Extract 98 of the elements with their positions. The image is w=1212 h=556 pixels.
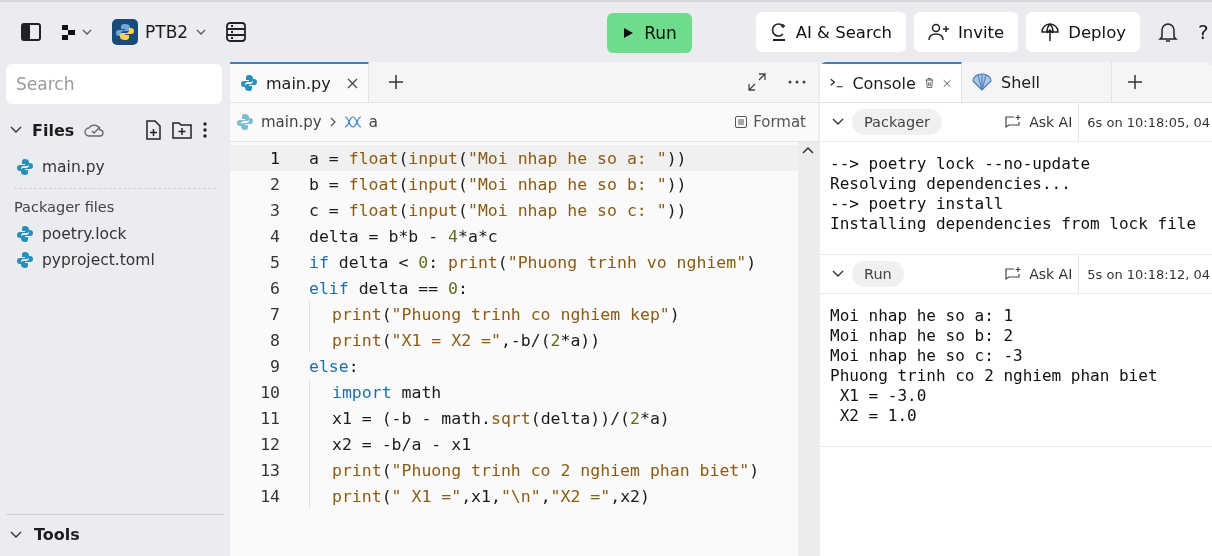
line-number: 10	[259, 382, 280, 402]
search-field[interactable]: Search	[6, 64, 222, 104]
line-number: 14	[259, 486, 280, 506]
line-number: 4	[269, 226, 280, 246]
file-item[interactable]: poetry.lock	[0, 221, 230, 247]
console-output-line: Installing dependencies from lock file	[830, 214, 1198, 234]
line-number: 7	[269, 304, 280, 324]
collapse-chevron-icon[interactable]	[10, 126, 22, 134]
console-output-line: Phuong trinh co 2 nghiem phan biet	[830, 366, 1159, 386]
variable-icon	[343, 115, 362, 129]
shell-icon	[972, 73, 992, 91]
terminal-prompt-icon	[830, 76, 844, 90]
files-heading: Files	[32, 120, 75, 140]
database-icon[interactable]	[225, 21, 248, 43]
line-number: 12	[259, 434, 280, 454]
code-line: print(" X1 =",x1,"\n","X2 =",x2)	[309, 483, 650, 509]
code-line: print("Phuong trinh co nghiem kep")	[309, 301, 680, 327]
console-output-line: --> poetry install	[830, 194, 1005, 214]
code-line: if delta < 0: print("Phuong trinh vo nghiem")	[309, 251, 757, 274]
ai-button[interactable]: AI & Search	[755, 12, 906, 52]
code-line: delta = b*b - 4*a*c	[309, 225, 498, 248]
scrollbar[interactable]	[798, 142, 818, 556]
code-line: else:	[309, 355, 359, 378]
chevron-right-icon	[328, 117, 337, 127]
line-number: 13	[259, 460, 280, 480]
collapse-chevron-icon[interactable]	[832, 118, 844, 126]
code-line: a = float(input("Moi nhap he so a: "))	[309, 147, 687, 170]
tools-heading[interactable]: Tools	[34, 525, 80, 544]
line-number: 8	[269, 330, 280, 350]
expand-chevron-icon[interactable]	[10, 530, 22, 539]
add-user-icon	[927, 23, 950, 41]
code-line: c = float(input("Moi nhap he so c: "))	[309, 199, 687, 222]
line-number: 3	[269, 200, 280, 220]
python-file-icon	[240, 74, 258, 92]
line-number: 6	[269, 278, 280, 298]
more-options-icon[interactable]	[202, 121, 208, 139]
console-tab[interactable]: Shell	[962, 62, 1112, 102]
run-timestamp: 5s on 10:18:12, 04	[1087, 266, 1211, 282]
code-line: import math	[309, 379, 442, 405]
trash-icon[interactable]	[924, 76, 934, 90]
python-file-icon	[16, 158, 34, 176]
new-file-icon[interactable]	[144, 120, 162, 140]
breadcrumb-symbol[interactable]: a	[368, 113, 378, 131]
line-number: 2	[269, 174, 280, 194]
add-tab-icon[interactable]	[1128, 75, 1142, 89]
format-button[interactable]: Format	[729, 112, 812, 132]
line-number: 5	[269, 252, 280, 272]
ask-ai-button[interactable]: Ask AI	[999, 255, 1080, 293]
breadcrumb-file[interactable]: main.py	[261, 113, 322, 131]
chevron-down-icon	[195, 28, 208, 36]
cloud-check-icon	[84, 122, 105, 138]
section-label: Run	[852, 261, 904, 287]
expand-icon[interactable]	[748, 73, 766, 91]
more-options-icon[interactable]	[788, 80, 806, 84]
close-icon[interactable]	[346, 77, 358, 89]
editor-tab[interactable]: main.py	[230, 62, 369, 102]
python-file-icon	[236, 113, 254, 131]
code-line: x1 = (-b - math.sqrt(delta))/(2*a)	[309, 405, 670, 431]
console-tab[interactable]: Console	[820, 62, 962, 102]
code-line: b = float(input("Moi nhap he so b: "))	[309, 173, 687, 196]
console-output-line: Resolving dependencies...	[830, 174, 1072, 194]
file-item[interactable]: main.py	[0, 152, 230, 182]
notification-bell-icon[interactable]	[1158, 21, 1178, 43]
console-output-line: Moi nhap he so b: 2	[830, 326, 1015, 346]
help-button[interactable]: ?	[1198, 20, 1212, 44]
deploy-button[interactable]: Deploy	[1026, 12, 1140, 52]
chat-sparkle-icon	[1005, 114, 1022, 130]
line-number: 1	[269, 148, 280, 168]
project-switcher[interactable]: PTB2	[112, 19, 208, 45]
collapse-chevron-icon[interactable]	[832, 270, 844, 278]
console-output-line: Moi nhap he so a: 1	[830, 306, 1015, 326]
new-folder-icon[interactable]	[172, 121, 192, 139]
console-output-line: X2 = 1.0	[838, 406, 918, 426]
scroll-up-icon[interactable]	[802, 146, 814, 154]
line-number: 11	[259, 408, 280, 428]
packager-files-heading: Packager files	[13, 199, 116, 217]
run-button[interactable]: Run	[607, 13, 692, 53]
sidebar-toggle-icon[interactable]	[20, 21, 42, 43]
python-logo-icon	[112, 19, 138, 45]
layout-menu-icon[interactable]	[60, 22, 94, 42]
code-line: print("Phuong trinh co 2 nghiem phan biet")	[309, 457, 760, 483]
play-icon	[622, 27, 635, 39]
console-output-line: Moi nhap he so c: -3	[830, 346, 1024, 366]
console-output-line: X1 = -3.0	[838, 386, 928, 406]
ask-ai-button[interactable]: Ask AI	[999, 103, 1080, 141]
python-file-icon	[16, 251, 34, 269]
code-line: x2 = -b/a - x1	[309, 431, 472, 457]
line-number: 9	[269, 356, 280, 376]
add-tab-icon[interactable]	[388, 75, 403, 89]
python-file-icon	[16, 225, 34, 243]
chat-sparkle-icon	[1005, 266, 1022, 282]
code-line: elif delta == 0:	[309, 277, 468, 300]
code-line: print("X1 = X2 =",-b/(2*a))	[309, 327, 601, 353]
run-timestamp: 6s on 10:18:05, 04	[1087, 114, 1211, 130]
console-output-line: --> poetry lock --no-update	[830, 154, 1092, 174]
section-label: Packager	[852, 109, 943, 135]
invite-button[interactable]: Invite	[913, 12, 1019, 52]
file-item[interactable]: pyproject.toml	[0, 247, 230, 273]
